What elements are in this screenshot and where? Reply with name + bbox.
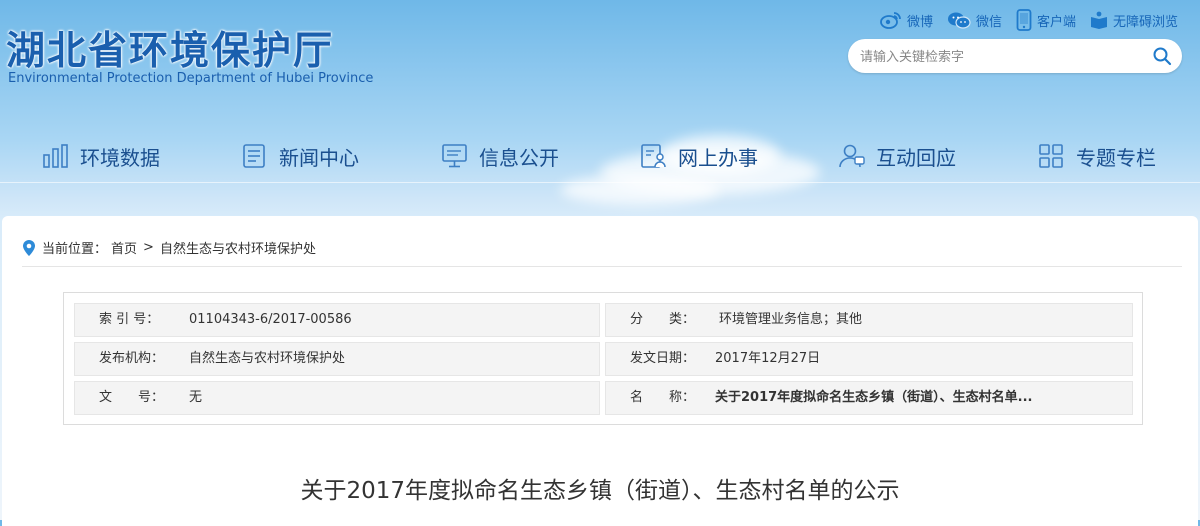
nav-item-info-disclosure[interactable]: 信息公开 [441, 130, 559, 182]
wechat-link[interactable]: 微信 [947, 9, 1002, 31]
site-title[interactable]: 湖北省环境保护厅 [6, 20, 334, 76]
nav-label: 环境数据 [80, 145, 160, 170]
nav-label: 互动回应 [876, 145, 956, 170]
weibo-icon [880, 12, 901, 29]
meta-name-label: 名 称： [630, 390, 696, 405]
nav-item-online-services[interactable]: 网上办事 [640, 130, 758, 182]
weibo-link[interactable]: 微博 [880, 9, 933, 31]
main-nav: 环境数据 新闻中心 信息公开 网上办事 互动回应 专题专栏 [0, 130, 1200, 182]
nav-label: 新闻中心 [279, 145, 359, 170]
nav-label: 网上办事 [678, 145, 758, 170]
content-panel: 当前位置： 首页 > 自然生态与农村环境保护处 索 引 号： 01104343-… [2, 216, 1198, 526]
user-chat-icon [839, 144, 865, 168]
meta-category-label: 分 类： [630, 312, 696, 327]
meta-date-value: 2017年12月27日 [715, 351, 821, 366]
search-input[interactable] [858, 39, 1132, 75]
form-user-icon [641, 144, 666, 168]
grid-icon [1039, 144, 1063, 168]
accessibility-label: 无障碍浏览 [1112, 14, 1178, 30]
location-pin-icon [23, 239, 35, 256]
meta-name-value: 关于2017年度拟命名生态乡镇（街道）、生态村名单... [715, 390, 1033, 405]
meta-publisher-value: 自然生态与农村环境保护处 [189, 351, 346, 366]
search-box [848, 39, 1182, 75]
monitor-icon [442, 144, 467, 168]
search-icon[interactable] [1152, 46, 1172, 66]
nav-item-special-topics[interactable]: 专题专栏 [1038, 130, 1156, 182]
site-header: 湖北省环境保护厅 Environmental Protection Depart… [0, 0, 1200, 215]
breadcrumb-label: 当前位置： [42, 242, 108, 257]
meta-publisher-cell: 发布机构： 自然生态与农村环境保护处 [74, 342, 600, 376]
nav-divider [0, 182, 1200, 183]
meta-date-cell: 发文日期： 2017年12月27日 [605, 342, 1133, 376]
nav-item-interaction[interactable]: 互动回应 [838, 130, 956, 182]
nav-item-news-center[interactable]: 新闻中心 [241, 130, 359, 182]
document-title: 关于2017年度拟命名生态乡镇（街道）、生态村名单的公示 [300, 478, 900, 504]
meta-docno-label: 文 号： [99, 390, 165, 405]
meta-docno-value: 无 [189, 390, 203, 405]
wechat-label: 微信 [975, 14, 1002, 30]
mobile-app-link[interactable]: 客户端 [1016, 9, 1076, 31]
meta-docno-cell: 文 号： 无 [74, 381, 600, 415]
document-meta-table: 索 引 号： 01104343-6/2017-00586 分 类： 环境管理业务… [63, 292, 1143, 425]
nav-label: 信息公开 [479, 145, 559, 170]
meta-name-cell: 名 称： 关于2017年度拟命名生态乡镇（街道）、生态村名单... [605, 381, 1133, 415]
accessibility-icon [1090, 11, 1107, 29]
mobile-app-label: 客户端 [1036, 14, 1076, 30]
breadcrumb-divider [22, 266, 1182, 267]
top-links: 微博 微信 客户端 无障碍浏览 [880, 9, 1178, 31]
meta-index-value: 01104343-6/2017-00586 [189, 312, 352, 327]
bar-chart-icon [43, 144, 68, 168]
breadcrumb-separator: > [143, 240, 154, 255]
breadcrumb-section-link[interactable]: 自然生态与农村环境保护处 [160, 238, 316, 257]
meta-date-label: 发文日期： [630, 351, 696, 366]
meta-index-cell: 索 引 号： 01104343-6/2017-00586 [74, 303, 600, 337]
weibo-label: 微博 [906, 14, 933, 30]
site-subtitle: Environmental Protection Department of H… [8, 71, 374, 86]
breadcrumb: 当前位置： 首页 > 自然生态与农村环境保护处 [22, 238, 316, 257]
meta-category-cell: 分 类： 环境管理业务信息；其他 [605, 303, 1133, 337]
mobile-icon [1016, 9, 1032, 31]
meta-index-label: 索 引 号： [99, 312, 160, 327]
accessibility-link[interactable]: 无障碍浏览 [1090, 9, 1178, 31]
nav-label: 专题专栏 [1076, 145, 1156, 170]
wechat-icon [947, 12, 971, 29]
meta-publisher-label: 发布机构： [99, 351, 165, 366]
breadcrumb-home-link[interactable]: 首页 [111, 238, 137, 257]
nav-item-environment-data[interactable]: 环境数据 [42, 130, 160, 182]
meta-category-value: 环境管理业务信息；其他 [719, 312, 863, 327]
news-icon [243, 144, 265, 168]
